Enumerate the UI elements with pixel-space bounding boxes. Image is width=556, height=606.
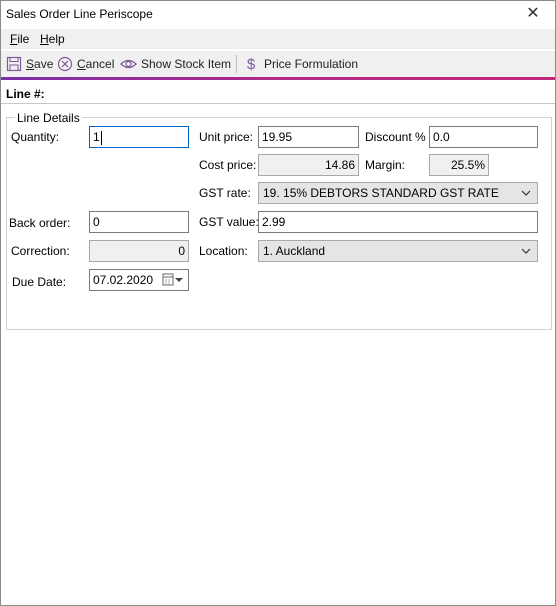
- save-button[interactable]: Save: [6, 55, 53, 73]
- discount-label: Discount %: [365, 130, 426, 144]
- toolbar-separator: [236, 55, 237, 73]
- correction-field: 0: [89, 240, 189, 262]
- quantity-input[interactable]: 1: [89, 126, 189, 148]
- location-select[interactable]: 1. Auckland: [258, 240, 538, 262]
- price-formulation-button[interactable]: $ Price Formulation: [244, 55, 358, 73]
- due-date-value: 07.02.2020: [93, 273, 154, 287]
- show-stock-item-button[interactable]: Show Stock Item: [120, 55, 231, 73]
- margin-label: Margin:: [365, 158, 406, 172]
- unit-price-input[interactable]: 19.95: [258, 126, 359, 148]
- gst-value-input[interactable]: 2.99: [258, 211, 538, 233]
- menu-bar: File Help: [1, 29, 555, 49]
- save-accel: S: [26, 57, 35, 71]
- gst-rate-label: GST rate:: [199, 186, 251, 200]
- show-stock-item-label: Show Stock Item: [141, 57, 232, 71]
- location-label: Location:: [199, 244, 248, 258]
- cost-price-field: 14.86: [258, 154, 359, 176]
- close-icon[interactable]: ✕: [523, 4, 543, 24]
- dollar-icon: $: [247, 56, 256, 72]
- gst-rate-select[interactable]: 19. 15% DEBTORS STANDARD GST RATE: [258, 182, 538, 204]
- header-divider: [1, 103, 555, 104]
- save-icon: [6, 56, 22, 72]
- due-date-picker[interactable]: 07.02.2020: [89, 269, 189, 291]
- calendar-dropdown-icon[interactable]: [162, 273, 184, 287]
- back-order-input[interactable]: 0: [89, 211, 189, 233]
- toolbar: Save Cancel Show Stock Item $ Price Form…: [1, 51, 555, 77]
- cancel-label: ancel: [85, 57, 115, 71]
- menu-help-rest: elp: [48, 32, 65, 46]
- menu-help-accel: H: [40, 32, 49, 46]
- cancel-button[interactable]: Cancel: [57, 55, 114, 73]
- cancel-icon: [57, 56, 73, 72]
- gst-rate-value: 19. 15% DEBTORS STANDARD GST RATE: [263, 186, 499, 200]
- text-caret: [100, 130, 102, 145]
- menu-file[interactable]: File: [10, 32, 29, 46]
- margin-field: 25.5%: [429, 154, 489, 176]
- periscope-window: Sales Order Line Periscope ✕ File Help S…: [0, 0, 556, 606]
- menu-help[interactable]: Help: [40, 32, 65, 46]
- cancel-accel: C: [77, 57, 86, 71]
- unit-price-label: Unit price:: [199, 130, 254, 144]
- save-label: ave: [34, 57, 54, 71]
- title-bar[interactable]: Sales Order Line Periscope ✕: [1, 1, 555, 27]
- chevron-down-icon: [521, 190, 531, 196]
- chevron-down-icon: [521, 248, 531, 254]
- menu-file-rest: ile: [17, 32, 30, 46]
- gst-value-label: GST value:: [199, 215, 259, 229]
- eye-icon: [120, 59, 137, 69]
- cost-price-label: Cost price:: [199, 158, 257, 172]
- quantity-label: Quantity:: [11, 130, 60, 144]
- line-number-label: Line #:: [6, 87, 45, 101]
- line-details-title: Line Details: [15, 111, 82, 125]
- window-title: Sales Order Line Periscope: [6, 7, 153, 21]
- discount-input[interactable]: 0.0: [429, 126, 538, 148]
- location-value: 1. Auckland: [263, 244, 326, 258]
- quantity-value: 1: [93, 130, 100, 144]
- price-formulation-label: Price Formulation: [264, 57, 359, 71]
- correction-label: Correction:: [11, 244, 70, 258]
- svg-text:$: $: [247, 56, 256, 72]
- accent-divider: [1, 77, 555, 80]
- back-order-label: Back order:: [9, 216, 71, 230]
- due-date-label: Due Date:: [12, 275, 67, 289]
